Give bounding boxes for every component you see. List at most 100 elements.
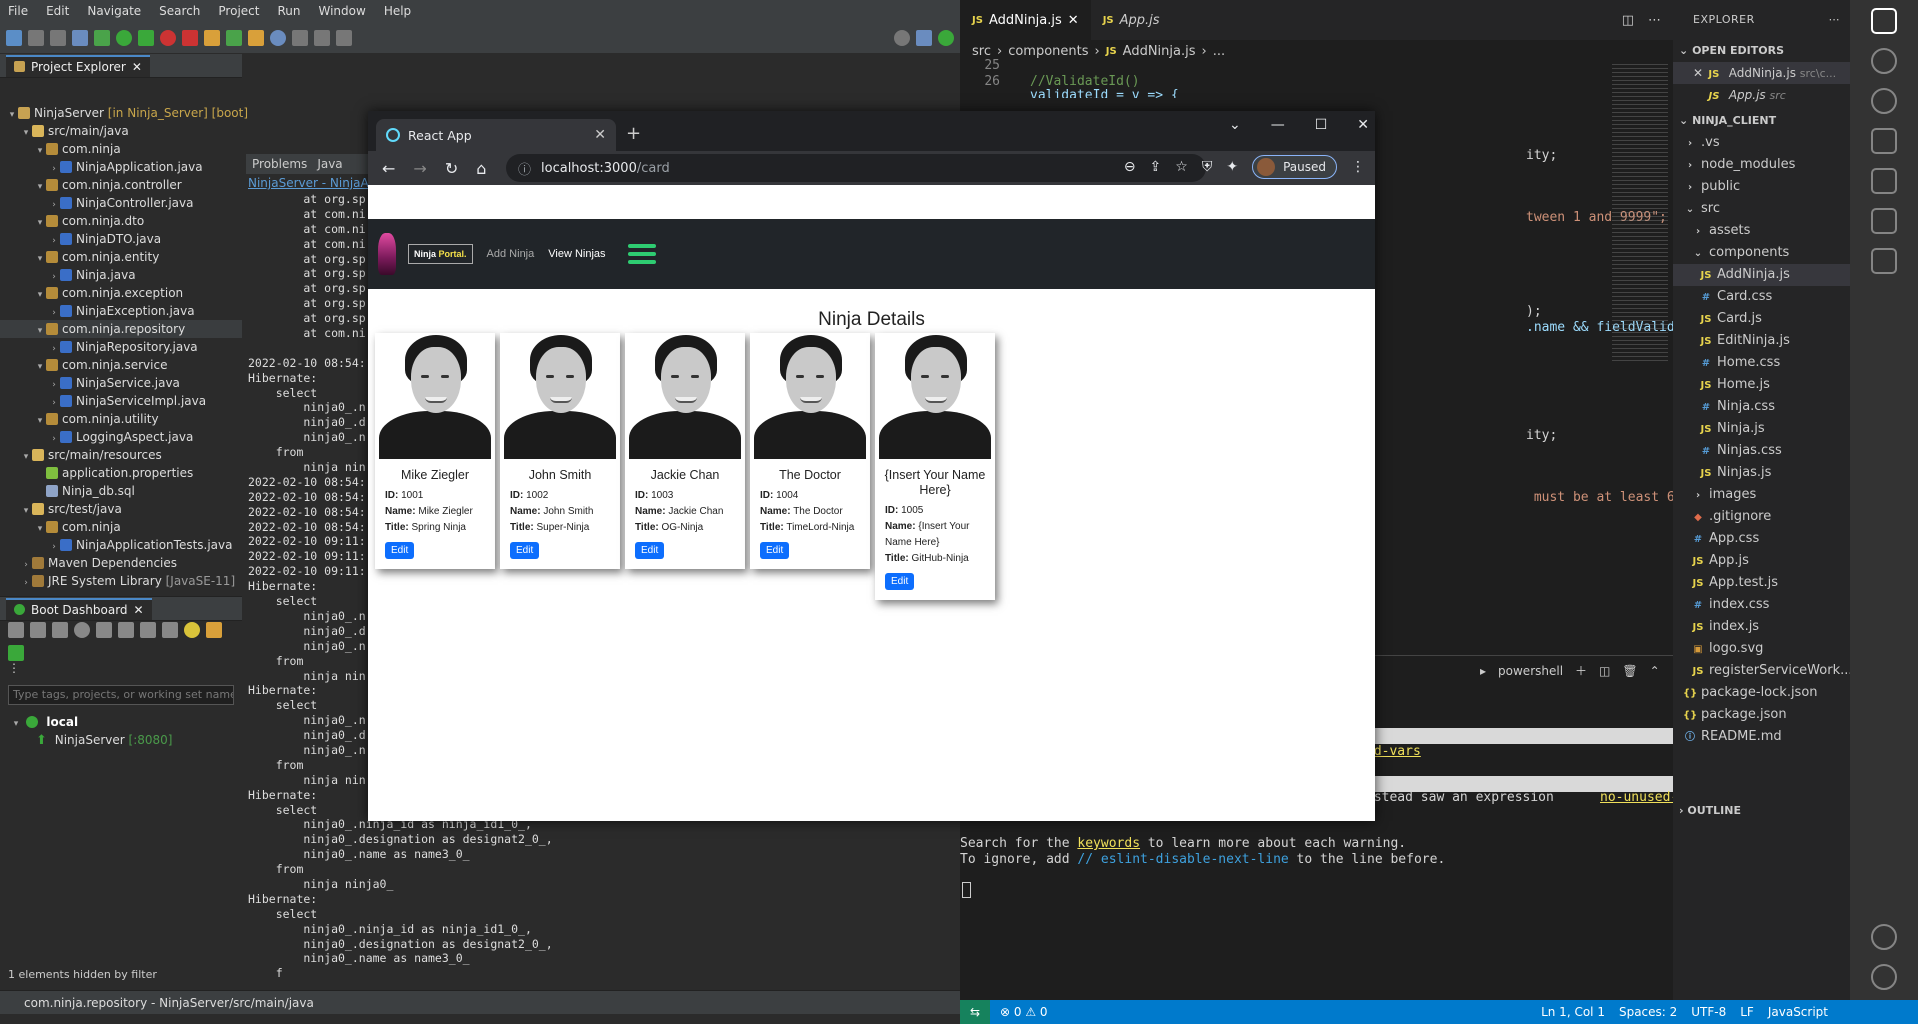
boot-dashboard-filter-input[interactable]: Type tags, projects, or working set name… (8, 685, 234, 705)
nav-add-ninja[interactable]: Add Ninja (487, 248, 535, 260)
file-item[interactable]: ◆ .gitignore (1673, 506, 1850, 528)
terminal-cursor[interactable] (962, 882, 971, 898)
refresh-icon[interactable] (226, 29, 242, 46)
file-item[interactable]: # App.css (1673, 528, 1850, 550)
tree-item[interactable]: ▾ src/test/java (0, 500, 242, 518)
tree-item[interactable]: Ninja_db.sql (0, 482, 242, 500)
run-config-icon[interactable] (138, 29, 154, 46)
tree-item[interactable]: › NinjaException.java (0, 302, 242, 320)
extensions-icon[interactable]: ✦ (1226, 159, 1238, 175)
file-item[interactable]: # Card.css (1673, 286, 1850, 308)
tree-item[interactable]: › NinjaRepository.java (0, 338, 242, 356)
tree-item[interactable]: ▾ NinjaServer [in Ninja_Server] [boot] (0, 104, 248, 122)
edit-button[interactable]: Edit (385, 542, 415, 559)
tags-icon[interactable] (162, 621, 178, 638)
share-icon[interactable]: ⇪ (1150, 159, 1162, 175)
tree-item[interactable]: ▾ com.ninja.repository (0, 320, 242, 338)
eslint-rule-link[interactable]: no-unused-express (1600, 790, 1673, 805)
file-item[interactable]: ⓘ README.md (1673, 726, 1850, 748)
problems-status[interactable]: ⊗ 0 ⚠ 0 (1000, 1005, 1048, 1019)
menu-run[interactable]: Run (277, 4, 300, 18)
tab-java[interactable]: Java (317, 157, 342, 171)
browser-tab[interactable]: React App ✕ (376, 119, 616, 151)
tree-item[interactable]: › Ninja.java (0, 266, 242, 284)
more-actions-icon[interactable]: ⋯ (1829, 0, 1841, 40)
debug-icon[interactable] (94, 29, 110, 46)
tree-item[interactable]: ▾ com.ninja.exception (0, 284, 242, 302)
tree-item[interactable]: › NinjaService.java (0, 374, 242, 392)
quick-access-icon[interactable] (894, 29, 910, 46)
edit-button[interactable]: Edit (510, 542, 540, 559)
save-all-icon[interactable] (50, 29, 66, 46)
search-icon[interactable] (270, 29, 286, 46)
file-item[interactable]: JS App.js (1673, 550, 1850, 572)
file-item[interactable]: JS Card.js (1673, 308, 1850, 330)
file-item[interactable]: # index.css (1673, 594, 1850, 616)
open-editors-section[interactable]: ⌄ OPEN EDITORS (1673, 40, 1850, 62)
reload-icon[interactable]: ↻ (445, 159, 458, 178)
new-tab-icon[interactable]: + (626, 123, 641, 144)
forward-icon[interactable]: → (413, 159, 426, 178)
breadcrumb-components[interactable]: components (1008, 44, 1088, 59)
remote-icon[interactable]: ⇆ (960, 1000, 990, 1024)
minimize-icon[interactable]: — (1271, 117, 1285, 133)
run-debug-icon[interactable] (1871, 128, 1897, 154)
file-item[interactable]: {} package-lock.json (1673, 682, 1850, 704)
print-icon[interactable] (72, 29, 88, 46)
close-icon[interactable]: ✕ (1357, 117, 1369, 133)
explorer-icon[interactable] (1871, 8, 1897, 34)
breadcrumb-more[interactable]: ... (1213, 44, 1225, 59)
tab-app[interactable]: JS App.js (1091, 0, 1172, 40)
tab-addninja[interactable]: JS AddNinja.js ✕ (960, 0, 1091, 40)
add-icon[interactable] (8, 644, 24, 661)
back-icon[interactable]: ← (382, 159, 395, 178)
nav-view-ninjas[interactable]: View Ninjas (548, 248, 605, 260)
tree-item[interactable]: ▾ com.ninja (0, 140, 242, 158)
expand-icon[interactable] (206, 621, 222, 638)
folder-item[interactable]: › .vs (1673, 132, 1850, 154)
browser-icon[interactable] (74, 621, 90, 638)
menu-help[interactable]: Help (384, 4, 411, 18)
open-editor-app[interactable]: JS App.js src (1673, 84, 1850, 106)
debug-icon[interactable] (30, 621, 46, 638)
hamburger-menu-icon[interactable] (627, 244, 656, 264)
new-icon[interactable] (6, 29, 22, 46)
tree-item[interactable]: ▾ com.ninja.utility (0, 410, 242, 428)
remote-explorer-icon[interactable] (1871, 208, 1897, 234)
close-icon[interactable]: ✕ (594, 127, 606, 143)
menu-file[interactable]: File (8, 4, 28, 18)
file-item[interactable]: {} package.json (1673, 704, 1850, 726)
open-type-icon[interactable] (248, 29, 264, 46)
file-item[interactable]: JS Ninja.js (1673, 418, 1850, 440)
tree-item[interactable]: › Maven Dependencies (0, 554, 242, 572)
menu-window[interactable]: Window (318, 4, 365, 18)
line-ending[interactable]: LF (1740, 1005, 1754, 1019)
tree-item[interactable]: ▾ com.ninja (0, 518, 242, 536)
menu-navigate[interactable]: Navigate (87, 4, 141, 18)
folder-item[interactable]: › node_modules (1673, 154, 1850, 176)
ninja-logo[interactable] (378, 233, 396, 275)
tree-item[interactable]: ▾ src/main/java (0, 122, 242, 140)
file-item[interactable]: # Ninjas.css (1673, 440, 1850, 462)
tree-item[interactable]: › NinjaDTO.java (0, 230, 242, 248)
chevron-up-icon[interactable]: ⌃ (1650, 664, 1660, 678)
terminal-shell-name[interactable]: powershell (1498, 664, 1563, 678)
home-icon[interactable]: ⌂ (476, 159, 486, 178)
tree-item[interactable]: ▾ com.ninja.controller (0, 176, 242, 194)
minimap[interactable] (1612, 64, 1668, 364)
file-item[interactable]: # Ninja.css (1673, 396, 1850, 418)
file-item[interactable]: ▣ logo.svg (1673, 638, 1850, 660)
file-item[interactable]: JS Ninjas.js (1673, 462, 1850, 484)
more-options-icon[interactable]: ⋮ (1351, 159, 1365, 175)
maximize-icon[interactable]: ☐ (1315, 117, 1328, 133)
indentation[interactable]: Spaces: 2 (1619, 1005, 1677, 1019)
breadcrumb-file[interactable]: AddNinja.js (1123, 44, 1196, 59)
split-terminal-icon[interactable]: ◫ (1599, 664, 1610, 678)
file-item[interactable]: # Home.css (1673, 352, 1850, 374)
save-icon[interactable] (28, 29, 44, 46)
folder-item[interactable]: › public (1673, 176, 1850, 198)
file-item[interactable]: JS index.js (1673, 616, 1850, 638)
run-icon[interactable] (116, 29, 132, 46)
close-icon[interactable]: ✕ (1693, 66, 1703, 80)
folder-item[interactable]: ⌄ src (1673, 198, 1850, 220)
